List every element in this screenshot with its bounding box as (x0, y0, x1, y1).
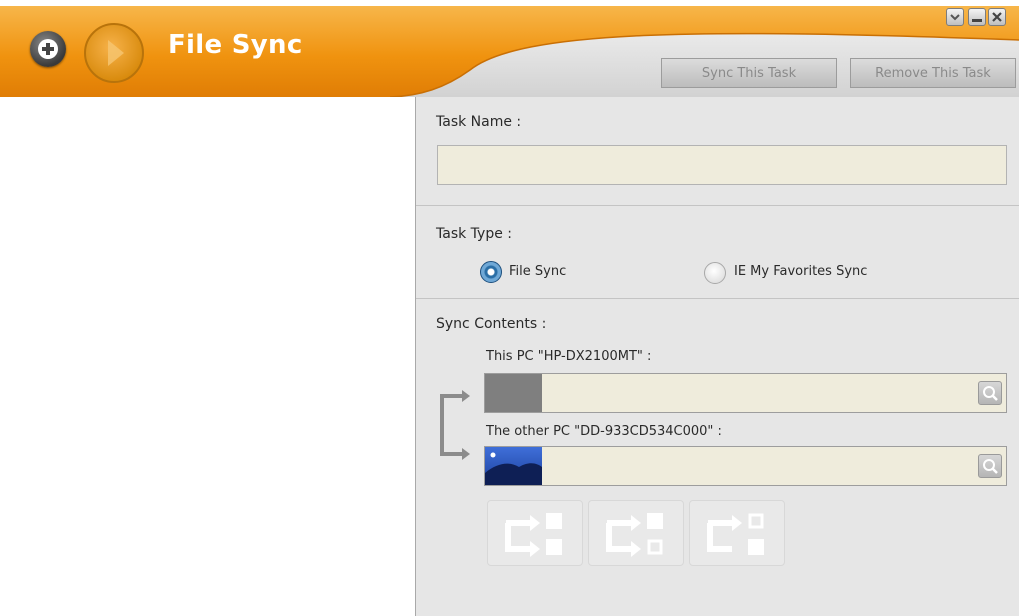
backup-sync-icon (707, 513, 764, 555)
minimize-button[interactable] (968, 8, 986, 26)
ie-favorites-sync-option-label: IE My Favorites Sync (734, 264, 868, 279)
task-name-label: Task Name : (436, 114, 522, 130)
start-sync-button[interactable] (84, 23, 144, 83)
section-divider (416, 205, 1019, 206)
this-pc-browse-button[interactable] (978, 381, 1002, 405)
task-list-pane (0, 97, 415, 616)
task-name-input[interactable] (437, 145, 1007, 185)
other-pc-path-field[interactable] (484, 446, 1007, 486)
file-sync-radio[interactable] (480, 261, 502, 283)
other-pc-label: The other PC "DD-933CD534C000" : (486, 424, 722, 439)
close-icon (992, 12, 1002, 22)
file-sync-window: File Sync Sync This Task Remove This Tas… (0, 0, 1019, 616)
search-icon (983, 386, 998, 401)
other-pc-folder-thumbnail (485, 447, 542, 485)
this-pc-path-field[interactable] (484, 373, 1007, 413)
search-icon (983, 459, 998, 474)
minimize-icon (972, 19, 982, 22)
plus-icon (38, 39, 58, 59)
two-way-sync-button[interactable] (487, 500, 583, 566)
other-pc-browse-button[interactable] (978, 454, 1002, 478)
file-sync-option-label: File Sync (509, 264, 567, 279)
play-icon (108, 40, 124, 66)
ie-favorites-sync-radio[interactable] (704, 262, 726, 284)
this-pc-label: This PC "HP-DX2100MT" : (486, 349, 652, 364)
chevron-down-icon (950, 14, 960, 21)
add-task-button[interactable] (30, 31, 66, 67)
sync-contents-label: Sync Contents : (436, 316, 547, 332)
task-type-label: Task Type : (436, 226, 512, 242)
this-pc-folder-thumbnail (485, 374, 542, 412)
app-title: File Sync (168, 30, 303, 60)
one-way-sync-icon (606, 513, 663, 557)
remove-this-task-button[interactable]: Remove This Task (850, 58, 1016, 88)
one-way-sync-button[interactable] (588, 500, 684, 566)
two-way-sync-icon (505, 513, 562, 557)
sync-link-arrow-icon (440, 390, 470, 460)
sync-this-task-button[interactable]: Sync This Task (661, 58, 837, 88)
backup-sync-button[interactable] (689, 500, 785, 566)
section-divider (416, 298, 1019, 299)
close-button[interactable] (988, 8, 1006, 26)
options-button[interactable] (946, 8, 964, 26)
